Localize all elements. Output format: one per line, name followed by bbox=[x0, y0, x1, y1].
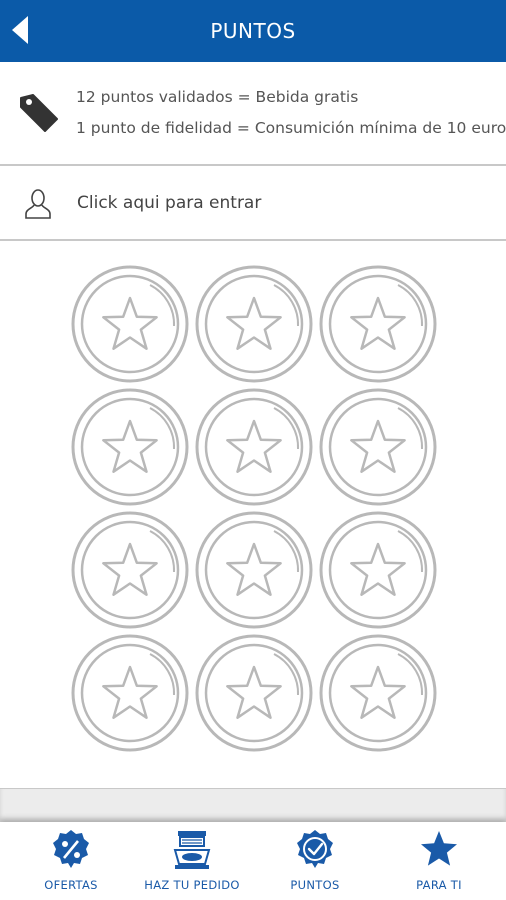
nav-label-puntos: PUNTOS bbox=[290, 878, 340, 892]
stamp-slot bbox=[318, 633, 438, 753]
nav-label-haz-tu-pedido: HAZ TU PEDIDO bbox=[144, 878, 240, 892]
check-badge-icon bbox=[297, 830, 333, 868]
nav-item-puntos[interactable]: PUNTOS bbox=[252, 822, 378, 900]
percent-badge-icon bbox=[53, 830, 89, 868]
bottom-navigation: OFERTAS HAZ TU PEDIDO PUNTOS PARA TI bbox=[0, 822, 506, 900]
stamp-slot bbox=[70, 387, 190, 507]
stamp-slot bbox=[70, 264, 190, 384]
stamp-slot bbox=[194, 387, 314, 507]
stamp-slot bbox=[194, 633, 314, 753]
divider-strip bbox=[0, 788, 506, 822]
stamp-star-icon bbox=[71, 634, 189, 752]
stamp-slot bbox=[70, 633, 190, 753]
stamp-star-icon bbox=[71, 511, 189, 629]
points-rule-minimum: 1 punto de fidelidad = Consumición mínim… bbox=[76, 119, 506, 137]
points-info-panel: 12 puntos validados = Bebida gratis 1 pu… bbox=[0, 62, 506, 166]
stamp-slot bbox=[318, 387, 438, 507]
page-title: PUNTOS bbox=[210, 19, 296, 43]
login-row[interactable]: Click aqui para entrar bbox=[0, 167, 506, 241]
stamp-slot bbox=[318, 264, 438, 384]
stamp-slot bbox=[194, 264, 314, 384]
nav-item-haz-tu-pedido[interactable]: HAZ TU PEDIDO bbox=[129, 822, 255, 900]
stamp-slot bbox=[318, 510, 438, 630]
stamp-star-icon bbox=[195, 634, 313, 752]
stamp-slot bbox=[194, 510, 314, 630]
user-icon bbox=[25, 189, 51, 219]
stamp-star-icon bbox=[319, 388, 437, 506]
star-icon bbox=[421, 831, 457, 866]
stamp-star-icon bbox=[195, 388, 313, 506]
stamp-star-icon bbox=[71, 265, 189, 383]
stamp-star-icon bbox=[319, 634, 437, 752]
nav-label-para-ti: PARA TI bbox=[416, 878, 462, 892]
points-rule-reward: 12 puntos validados = Bebida gratis bbox=[76, 88, 359, 106]
nav-label-ofertas: OFERTAS bbox=[44, 878, 98, 892]
login-link[interactable]: Click aqui para entrar bbox=[77, 193, 261, 213]
app-header: PUNTOS bbox=[0, 0, 506, 62]
stamp-slot bbox=[70, 510, 190, 630]
stamp-card-grid bbox=[0, 243, 506, 787]
pizza-box-icon bbox=[173, 831, 211, 869]
nav-item-ofertas[interactable]: OFERTAS bbox=[8, 822, 134, 900]
price-tag-icon bbox=[20, 94, 58, 132]
stamp-star-icon bbox=[195, 265, 313, 383]
stamp-star-icon bbox=[195, 511, 313, 629]
stamp-star-icon bbox=[319, 511, 437, 629]
nav-item-para-ti[interactable]: PARA TI bbox=[376, 822, 502, 900]
stamp-star-icon bbox=[71, 388, 189, 506]
stamp-star-icon bbox=[319, 265, 437, 383]
